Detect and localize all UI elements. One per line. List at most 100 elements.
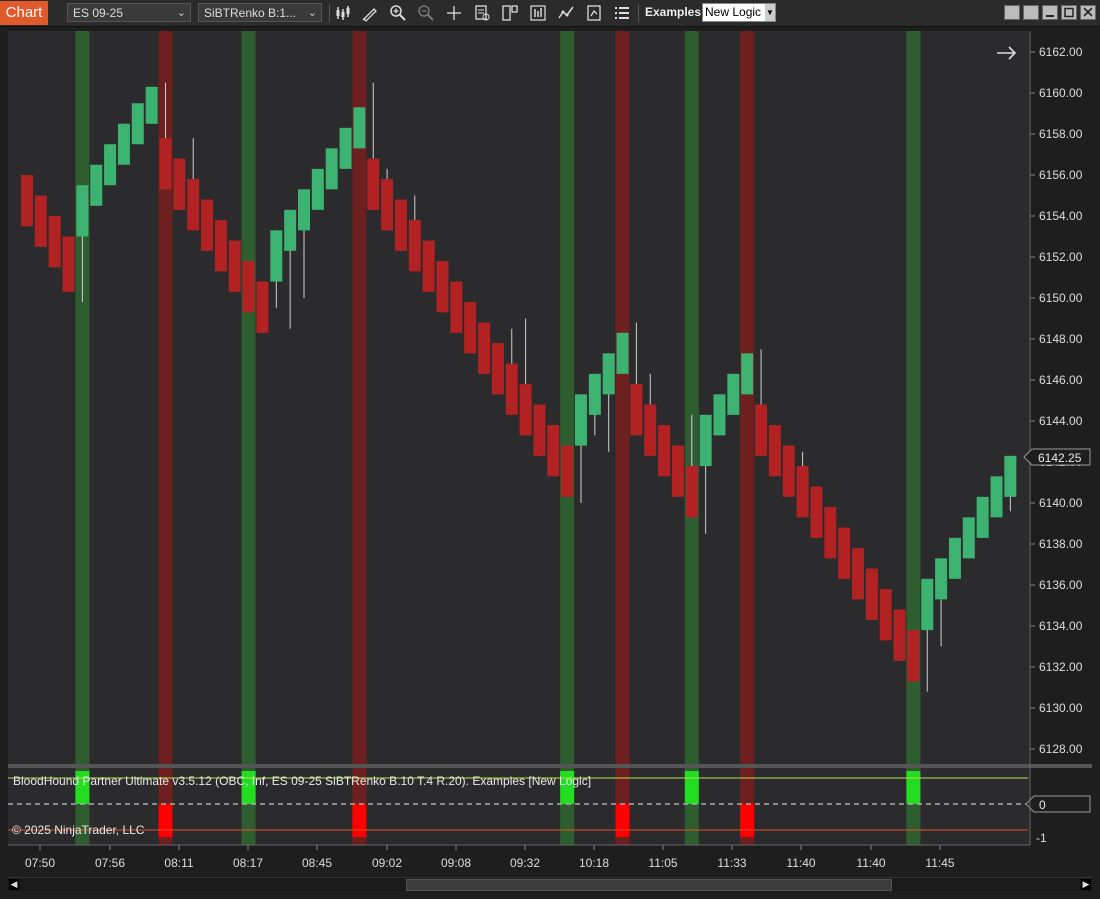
scroll-right-icon[interactable]: ▶: [1081, 879, 1091, 890]
y-tick-label: 6158.00: [1039, 127, 1083, 141]
window-cascade-button[interactable]: [1023, 5, 1039, 20]
candle: [228, 240, 241, 292]
y-tick-label: 6136.00: [1039, 578, 1083, 592]
signal-bar: [684, 771, 699, 804]
signal-bar: [615, 804, 630, 837]
candle: [561, 445, 574, 497]
x-tick-label: 11:40: [856, 856, 885, 870]
candle: [588, 373, 601, 415]
minimize-icon: [1046, 15, 1054, 17]
candle: [478, 322, 491, 374]
candle: [270, 230, 283, 282]
horizontal-scrollbar[interactable]: ◀ ▶: [8, 877, 1092, 891]
scroll-left-icon[interactable]: ◀: [9, 879, 19, 890]
candle: [921, 578, 934, 631]
signal-stripe: [560, 31, 575, 764]
chart-toolbar: Chart ES 09-25 ⌄ SiBTRenko B:1... ⌄ Exam…: [0, 0, 1100, 27]
candle: [408, 220, 421, 272]
close-icon: [1083, 7, 1093, 17]
candle: [242, 261, 255, 313]
candle: [824, 507, 837, 559]
y-tick-label: 6140.00: [1039, 496, 1083, 510]
close-button[interactable]: [1080, 5, 1096, 20]
y-tick-label: 6150.00: [1039, 291, 1083, 305]
candle: [62, 236, 75, 292]
candle: [935, 558, 948, 600]
candle: [976, 496, 989, 538]
candle: [131, 103, 144, 145]
dropdown-arrow-icon: ▼: [765, 4, 775, 21]
candle: [187, 179, 200, 231]
x-tick-label: 11:05: [648, 856, 677, 870]
indicators-icon[interactable]: [528, 3, 548, 23]
maximize-button[interactable]: [1061, 5, 1077, 20]
y-tick-label: 6130.00: [1039, 701, 1083, 715]
candle: [48, 216, 61, 268]
candle: [422, 240, 435, 292]
candle: [117, 123, 130, 165]
crosshair-icon[interactable]: [444, 3, 464, 23]
candle: [671, 445, 684, 497]
zoom-out-icon[interactable]: [416, 3, 436, 23]
x-tick-label: 10:18: [579, 856, 609, 870]
indicator-title: BloodHound Partner Ultimate v3.5.12 (OBC…: [13, 774, 591, 788]
candle: [173, 158, 186, 210]
y-tick-label: 6152.00: [1039, 250, 1083, 264]
price-chart[interactable]: 6162.00 6160.00 6158.00 6156.00 6154.00 6152.…: [0, 27, 1100, 877]
maximize-icon: [1064, 7, 1074, 18]
candle: [962, 517, 975, 559]
candle: [741, 353, 754, 395]
chart-style-icon[interactable]: [333, 3, 353, 23]
candle: [145, 86, 158, 124]
candle: [505, 363, 518, 415]
svg-text:0: 0: [1039, 798, 1046, 812]
candle: [533, 404, 546, 456]
candle: [852, 548, 864, 600]
candle: [159, 138, 172, 190]
strategy-group-label: Examples: [645, 5, 702, 19]
candle: [34, 195, 47, 247]
candle: [575, 394, 587, 446]
candle: [602, 353, 615, 395]
candle: [616, 332, 629, 374]
list-icon[interactable]: [612, 3, 632, 23]
y-tick-label: 6154.00: [1039, 209, 1083, 223]
candle: [685, 466, 698, 518]
bar-type-selector[interactable]: SiBTRenko B:1... ⌄: [198, 3, 322, 22]
strategy-logic-dropdown[interactable]: New Logic ▼: [702, 3, 776, 22]
x-tick-label: 08:17: [233, 856, 263, 870]
candle: [630, 384, 643, 436]
zoom-in-icon[interactable]: [388, 3, 408, 23]
drawing-tool-icon[interactable]: [360, 3, 380, 23]
x-tick-label: 09:32: [510, 856, 540, 870]
panel-splitter[interactable]: [8, 764, 1092, 768]
x-tick-label: 07:50: [25, 856, 55, 870]
properties-icon[interactable]: [584, 3, 604, 23]
strategy-logic-value: New Logic: [705, 5, 762, 19]
toolbar-divider: [638, 4, 639, 22]
candle: [367, 158, 380, 210]
candle: [796, 466, 809, 518]
candle: [1004, 455, 1017, 497]
indicator-zero-label: 0: [1025, 795, 1091, 813]
candle: [353, 107, 366, 149]
strategies-icon[interactable]: [556, 3, 576, 23]
minimize-button[interactable]: [1042, 5, 1058, 20]
data-box-icon[interactable]: [472, 3, 492, 23]
candle: [311, 168, 324, 210]
x-tick-label: 07:56: [95, 856, 125, 870]
candle: [755, 404, 768, 456]
last-price-label: 6142.25: [1038, 451, 1082, 465]
chart-menu-button[interactable]: Chart: [0, 1, 48, 25]
scrollbar-thumb[interactable]: [406, 879, 892, 891]
candle: [865, 568, 878, 620]
window-tile-button[interactable]: [1004, 5, 1020, 20]
candle: [76, 185, 89, 237]
instrument-selector[interactable]: ES 09-25 ⌄: [67, 3, 191, 22]
candle: [298, 189, 310, 231]
candle: [713, 394, 726, 436]
templates-icon[interactable]: [500, 3, 520, 23]
candle: [394, 199, 407, 251]
candle: [907, 630, 920, 682]
y-tick-label: 6132.00: [1039, 660, 1083, 674]
